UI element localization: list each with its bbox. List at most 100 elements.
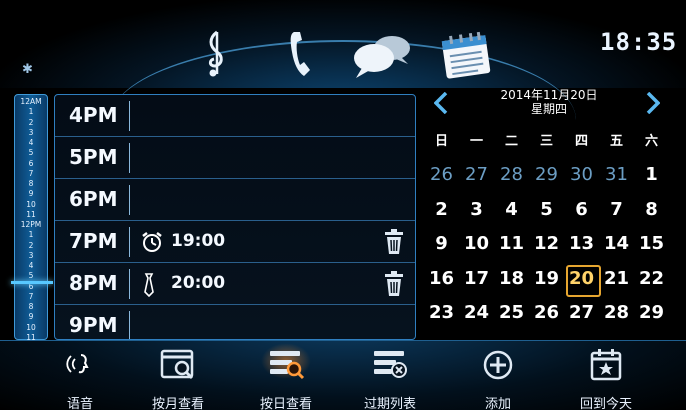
weekday-label: 二 (504, 134, 518, 149)
calendar-day[interactable]: 28 (599, 296, 634, 331)
selected-date-header: 2014年11月20日 星期四 (464, 88, 634, 116)
ruler-hour-label: 3 (28, 250, 34, 260)
weekday-label: 五 (609, 134, 623, 149)
plus-icon (482, 349, 514, 385)
view-by-month-label: 按月查看 (151, 397, 204, 410)
calendar-day-other-month[interactable]: 26 (424, 158, 459, 193)
hour-label: 6PM (69, 187, 118, 211)
calendar-day[interactable]: 22 (634, 262, 669, 297)
calendar-day[interactable]: 12 (529, 227, 564, 262)
ruler-hour-label: 12PM (20, 220, 42, 229)
calendar-day[interactable]: 21 (599, 262, 634, 297)
calendar-icon[interactable] (440, 30, 492, 86)
hour-row-9pm[interactable]: 9PM (55, 305, 415, 339)
past-list-icon (370, 349, 410, 385)
day-view-icon (266, 349, 306, 385)
hour-ruler[interactable]: 12AM 1 2 3 4 5 6 7 8 9 10 11 12PM 1 2 3 4 5 6 7 8 9 10 11 (11, 94, 53, 341)
calendar-day-selected[interactable]: 20 (564, 262, 601, 296)
ruler-hour-label: 12AM (20, 97, 42, 106)
ruler-hour-label: 5 (28, 271, 34, 281)
calendar-day[interactable]: 25 (494, 296, 529, 331)
calendar-day[interactable]: 10 (459, 227, 494, 262)
calendar-day[interactable]: 16 (424, 262, 459, 297)
row-divider (129, 101, 130, 131)
past-events-label: 过期列表 (363, 397, 416, 410)
ruler-hour-label: 10 (26, 322, 36, 332)
calendar-day[interactable]: 11 (494, 227, 529, 262)
view-by-day-button[interactable]: 按日查看 (236, 343, 336, 410)
calendar-day-other-month[interactable]: 30 (564, 158, 599, 193)
event-time[interactable]: 20:00 (171, 273, 225, 293)
view-by-day-label: 按日查看 (259, 397, 312, 410)
day-grid: 26 27 28 29 30 31 1 2 3 4 5 6 7 8 9 10 11 12 13 14 15 16 17 18 1… (424, 158, 669, 365)
ruler-hour-label: 11 (26, 209, 36, 219)
calendar-day-other-month[interactable]: 29 (529, 158, 564, 193)
calendar-day[interactable]: 8 (634, 193, 669, 228)
ruler-hour-label: 1 (28, 107, 34, 117)
calendar-day[interactable]: 14 (599, 227, 634, 262)
phone-icon[interactable] (288, 30, 314, 82)
voice-button[interactable]: 语音 (30, 349, 130, 410)
calendar-day[interactable]: 24 (459, 296, 494, 331)
hour-row-6pm[interactable]: 6PM (55, 179, 415, 221)
trash-icon[interactable] (383, 229, 405, 259)
calendar-day[interactable]: 17 (459, 262, 494, 297)
view-by-month-button[interactable]: 按月查看 (128, 349, 228, 410)
calendar-day[interactable]: 19 (529, 262, 564, 297)
calendar-day-other-month[interactable]: 27 (459, 158, 494, 193)
prev-month-button[interactable] (433, 91, 448, 115)
month-view-icon (158, 349, 198, 385)
calendar-day[interactable]: 9 (424, 227, 459, 262)
calendar-day[interactable]: 26 (529, 296, 564, 331)
messages-icon[interactable] (352, 32, 412, 84)
trash-icon[interactable] (383, 271, 405, 301)
day-schedule-list: 4PM 5PM 6PM 7PM 19:00 8PM 20:00 9PM (54, 94, 416, 340)
ruler-position-marker[interactable] (11, 281, 53, 284)
calendar-day[interactable]: 23 (424, 296, 459, 331)
row-divider (129, 227, 130, 257)
weekday-label: 三 (539, 134, 553, 149)
row-divider (129, 143, 130, 173)
ruler-hour-label: 4 (28, 138, 34, 147)
hour-row-7pm[interactable]: 7PM 19:00 (55, 221, 415, 263)
add-event-label: 添加 (484, 397, 511, 410)
calendar-day[interactable]: 6 (564, 193, 599, 228)
row-divider (129, 185, 130, 215)
bottom-toolbar: 语音 按月查看 按日查看 过期列表 添加 回到今天 (0, 340, 686, 410)
calendar-day[interactable]: 4 (494, 193, 529, 228)
calendar-day[interactable]: 13 (564, 227, 599, 262)
event-time[interactable]: 19:00 (171, 231, 225, 251)
clock: 18:35 (600, 28, 678, 56)
selected-weekday: 星期四 (530, 102, 567, 116)
calendar-day[interactable]: 7 (599, 193, 634, 228)
add-event-button[interactable]: 添加 (448, 349, 548, 410)
calendar-day[interactable]: 15 (634, 227, 669, 262)
ruler-hour-label: 8 (28, 302, 34, 311)
ruler-hour-label: 7 (28, 291, 34, 301)
calendar-day[interactable]: 2 (424, 193, 459, 228)
calendar-day[interactable]: 3 (459, 193, 494, 228)
necktie-icon (141, 273, 157, 301)
weekday-label: 四 (574, 134, 588, 149)
hour-row-8pm[interactable]: 8PM 20:00 (55, 263, 415, 305)
back-to-today-button[interactable]: 回到今天 (556, 349, 656, 410)
weekday-label: 日 (434, 134, 448, 149)
hour-label: 7PM (69, 229, 118, 253)
weekday-label: 一 (469, 134, 483, 149)
hour-label: 8PM (69, 271, 118, 295)
ruler-hour-label: 9 (28, 312, 34, 322)
calendar-day[interactable]: 18 (494, 262, 529, 297)
hour-row-4pm[interactable]: 4PM (55, 95, 415, 137)
next-month-button[interactable] (646, 91, 661, 115)
calendar-day[interactable]: 5 (529, 193, 564, 228)
past-events-button[interactable]: 过期列表 (340, 349, 440, 410)
calendar-day-other-month[interactable]: 31 (599, 158, 634, 193)
music-icon[interactable] (205, 28, 227, 82)
calendar-day[interactable]: 1 (634, 158, 669, 193)
hour-row-5pm[interactable]: 5PM (55, 137, 415, 179)
bluetooth-icon: ✱ (22, 62, 33, 77)
ruler-hour-label: 2 (28, 240, 34, 250)
calendar-day[interactable]: 29 (634, 296, 669, 331)
calendar-day-other-month[interactable]: 28 (494, 158, 529, 193)
calendar-day[interactable]: 27 (564, 296, 599, 331)
